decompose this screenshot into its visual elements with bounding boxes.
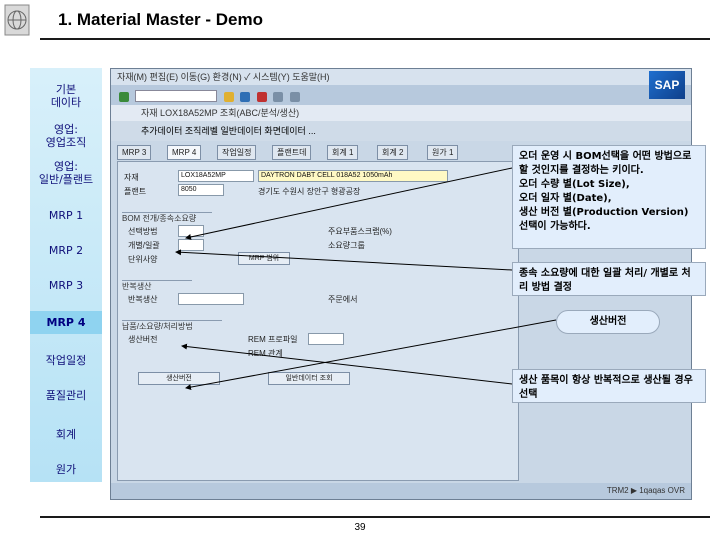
annotation-production-version: 생산버전 — [556, 310, 660, 334]
arrow-selection-method — [185, 167, 513, 240]
arrow-individual-collective — [175, 249, 513, 271]
annotation-bom-selection: 오더 운영 시 BOM선택을 어떤 방법으로 할 것인지를 결정하는 키이다. … — [512, 145, 706, 249]
footer-divider — [40, 516, 710, 518]
arrow-repetitive — [181, 343, 513, 385]
annotation-repetitive: 생산 품목이 항상 반복적으로 생산될 경우 선택 — [512, 369, 706, 403]
arrow-production-version — [185, 319, 557, 391]
page-number: 39 — [354, 522, 366, 533]
annotation-dependent-req: 종속 소요량에 대한 일괄 처리/ 개별로 처리 방법 결정 — [512, 262, 706, 296]
